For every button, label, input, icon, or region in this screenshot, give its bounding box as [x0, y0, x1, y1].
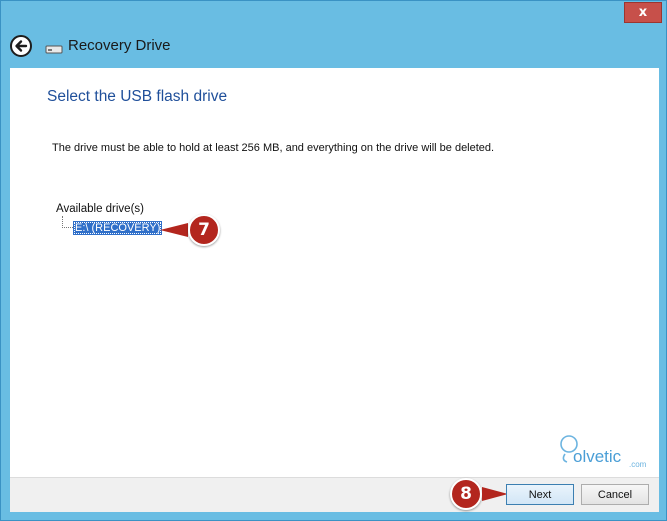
drive-icon — [45, 45, 63, 54]
arrow-left-icon — [15, 40, 28, 52]
back-button[interactable] — [10, 35, 32, 57]
window-title: Recovery Drive — [68, 37, 171, 54]
cancel-button[interactable]: Cancel — [581, 484, 649, 505]
recovery-drive-window: x Recovery Drive Select the USB flash dr… — [0, 0, 667, 521]
drive-item-e-recovery[interactable]: E:\ (RECOVERY) — [73, 221, 163, 235]
page-heading: Select the USB flash drive — [47, 88, 228, 105]
close-icon: x — [638, 5, 648, 20]
available-drives-label: Available drive(s) — [56, 203, 144, 215]
tree-connector — [62, 216, 73, 228]
callout-8: 8 — [450, 478, 508, 510]
callout-number: 7 — [188, 214, 220, 246]
button-bar: 8 Next Cancel — [10, 477, 659, 512]
callout-number: 8 — [450, 478, 482, 510]
svg-text:olvetic: olvetic — [573, 447, 622, 466]
callout-7: 7 — [160, 214, 220, 246]
svg-text:.com: .com — [629, 460, 647, 469]
callout-arrow-icon — [482, 487, 508, 501]
page-description: The drive must be able to hold at least … — [52, 142, 495, 154]
next-button[interactable]: Next — [506, 484, 574, 505]
content-area: Select the USB flash drive The drive mus… — [10, 68, 659, 477]
solvetic-logo: olvetic .com — [560, 435, 647, 469]
callout-arrow-icon — [160, 223, 188, 237]
close-button[interactable]: x — [624, 2, 662, 23]
